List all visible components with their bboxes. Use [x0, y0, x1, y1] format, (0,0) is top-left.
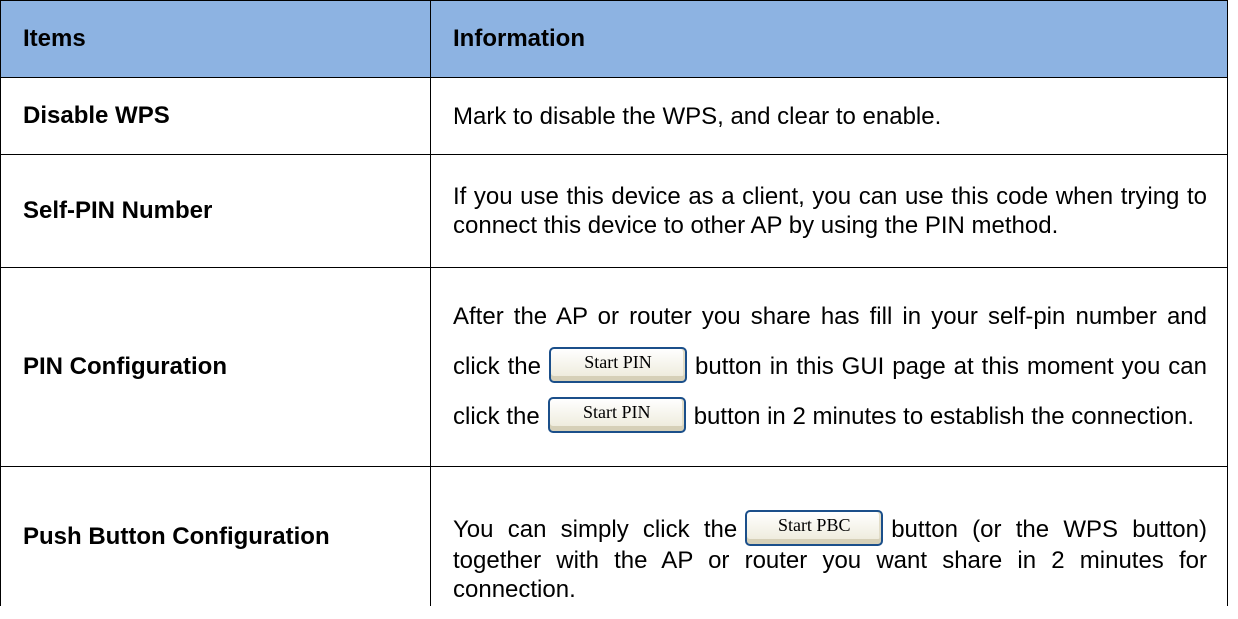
item-self-pin-number: Self-PIN Number — [0, 154, 431, 268]
info-text: You can simply click the — [453, 516, 738, 544]
info-disable-wps: Mark to disable the WPS, and clear to en… — [430, 77, 1228, 155]
table-row: Push Button Configuration You can simply… — [0, 466, 1228, 606]
start-pin-button-image: Start PIN — [547, 396, 686, 433]
wps-items-table: Items Information Disable WPS Mark to di… — [0, 0, 1228, 606]
start-pbc-button-image: Start PBC — [745, 510, 884, 546]
item-pin-configuration: PIN Configuration — [0, 267, 431, 467]
info-self-pin-number: If you use this device as a client, you … — [430, 154, 1228, 268]
table-header-row: Items Information — [0, 0, 1228, 78]
info-pin-configuration: After the AP or router you share has fil… — [430, 267, 1228, 467]
table-row: Self-PIN Number If you use this device a… — [0, 154, 1228, 268]
info-text: button in 2 minutes to establish the con… — [693, 403, 1195, 430]
item-disable-wps: Disable WPS — [0, 77, 431, 155]
start-pin-button-image: Start PIN — [549, 346, 687, 383]
info-push-button-configuration: You can simply click the Start PBC button … — [430, 466, 1228, 606]
header-information: Information — [430, 0, 1228, 78]
header-items: Items — [0, 0, 431, 78]
table-row: PIN Configuration After the AP or router… — [0, 267, 1228, 467]
item-push-button-configuration: Push Button Configuration — [0, 466, 431, 606]
table-row: Disable WPS Mark to disable the WPS, and… — [0, 77, 1228, 155]
